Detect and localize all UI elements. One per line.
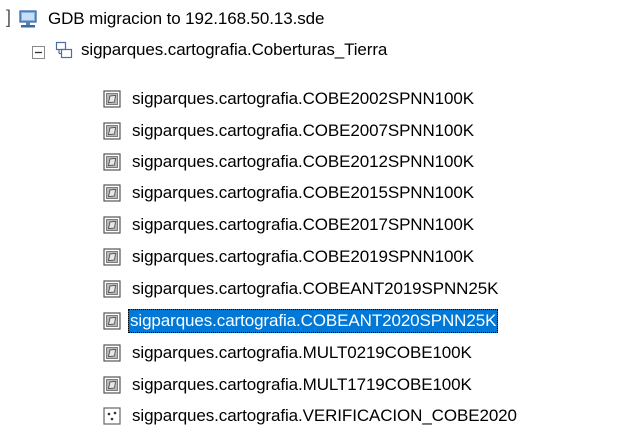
polygon-feature-class-icon [103, 153, 121, 171]
tree-node-feature-class[interactable]: sigparques.cartografia.COBE2012SPNN100K [103, 149, 476, 175]
tree-node-feature-class[interactable]: sigparques.cartografia.COBEANT2019SPNN25… [103, 276, 500, 302]
polygon-feature-class-icon [103, 90, 121, 108]
tree-node-label: sigparques.cartografia.COBEANT2019SPNN25… [132, 279, 499, 298]
polygon-feature-class-icon [103, 280, 121, 298]
tree-node-label: sigparques.cartografia.Coberturas_Tierra [81, 40, 388, 59]
tree-node-feature-class[interactable]: sigparques.cartografia.COBE2002SPNN100K [103, 86, 476, 112]
tree-node-feature-class[interactable]: sigparques.cartografia.MULT0219COBE100K [103, 340, 474, 366]
tree-node-feature-class[interactable]: sigparques.cartografia.COBE2015SPNN100K [103, 180, 476, 206]
polygon-feature-class-icon [103, 312, 121, 330]
tree-node-label: sigparques.cartografia.VERIFICACION_COBE… [132, 406, 517, 425]
tree-line-fragment: ] [6, 7, 12, 27]
tree-node-label: sigparques.cartografia.COBE2007SPNN100K [132, 121, 474, 140]
tree-node-label: sigparques.cartografia.COBE2017SPNN100K [132, 215, 474, 234]
catalog-tree: ] GDB migracion to 192.168.50.13.sde sig… [0, 0, 641, 439]
tree-node-label: sigparques.cartografia.COBE2002SPNN100K [132, 89, 474, 108]
tree-node-label: sigparques.cartografia.MULT0219COBE100K [132, 343, 472, 362]
feature-dataset-icon [55, 41, 73, 59]
tree-node-label: sigparques.cartografia.COBE2015SPNN100K [132, 183, 474, 202]
collapse-minus-icon[interactable] [32, 44, 45, 59]
tree-node-feature-class[interactable]: sigparques.cartografia.MULT1719COBE100K [103, 372, 474, 398]
tree-node-label-selected: sigparques.cartografia.COBEANT2020SPNN25… [128, 309, 499, 333]
tree-node-label: sigparques.cartografia.COBE2019SPNN100K [132, 247, 474, 266]
point-feature-class-icon [103, 407, 121, 425]
polygon-feature-class-icon [103, 216, 121, 234]
tree-node-label: GDB migracion to 192.168.50.13.sde [48, 9, 325, 28]
tree-node-database-connection[interactable]: GDB migracion to 192.168.50.13.sde [18, 6, 326, 32]
tree-node-feature-dataset[interactable]: sigparques.cartografia.Coberturas_Tierra [32, 37, 389, 63]
tree-node-label: sigparques.cartografia.MULT1719COBE100K [132, 375, 472, 394]
tree-node-feature-class[interactable]: sigparques.cartografia.COBE2019SPNN100K [103, 244, 476, 270]
tree-node-feature-class-selected[interactable]: sigparques.cartografia.COBEANT2020SPNN25… [103, 308, 499, 334]
polygon-feature-class-icon [103, 344, 121, 362]
tree-node-feature-class[interactable]: sigparques.cartografia.VERIFICACION_COBE… [103, 403, 519, 429]
database-connection-icon [18, 9, 38, 29]
tree-node-label: sigparques.cartografia.COBE2012SPNN100K [132, 152, 474, 171]
polygon-feature-class-icon [103, 376, 121, 394]
tree-node-feature-class[interactable]: sigparques.cartografia.COBE2007SPNN100K [103, 118, 476, 144]
polygon-feature-class-icon [103, 248, 121, 266]
tree-node-feature-class[interactable]: sigparques.cartografia.COBE2017SPNN100K [103, 212, 476, 238]
polygon-feature-class-icon [103, 184, 121, 202]
polygon-feature-class-icon [103, 122, 121, 140]
